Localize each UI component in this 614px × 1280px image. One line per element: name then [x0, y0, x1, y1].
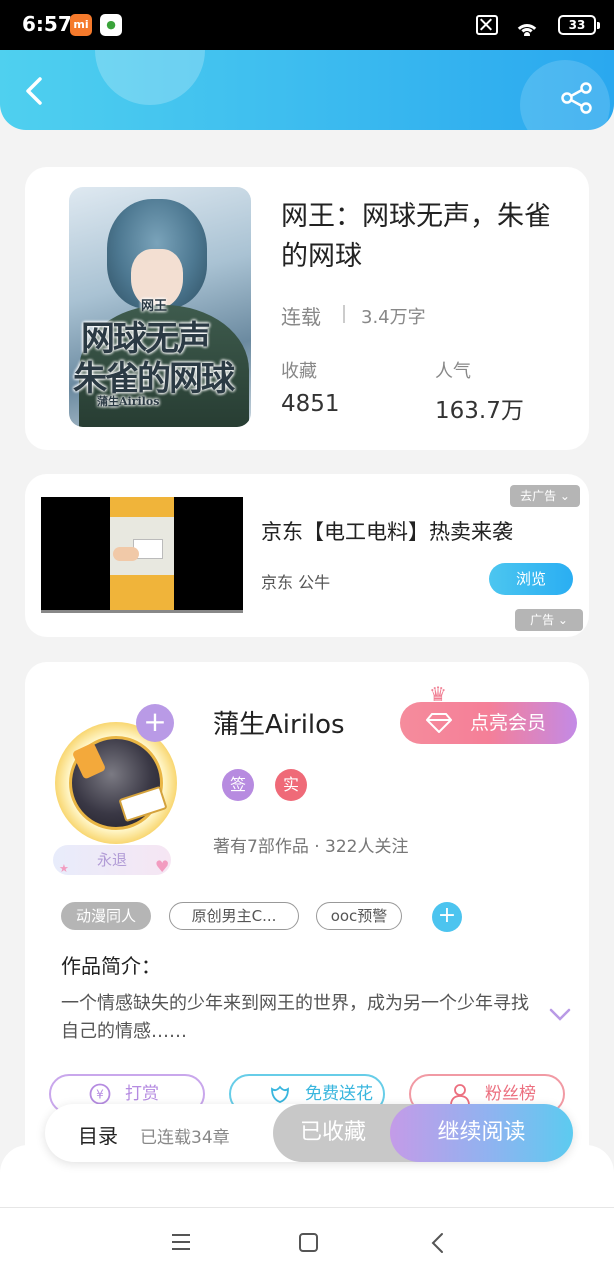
cover-author: 蒲生Airilos — [97, 395, 160, 408]
ad-title[interactable]: 京东【电工电料】热卖来袭 — [261, 516, 513, 546]
tag-anime-fanfic[interactable]: 动漫同人 — [61, 902, 151, 930]
intro-text: 一个情感缺失的少年来到网王的世界，成为另一个少年寻找自己的情感…… — [61, 993, 529, 1042]
favorites-label: 收藏 — [281, 361, 317, 382]
vip-membership-button[interactable]: 点亮会员 — [400, 702, 577, 744]
back-icon[interactable] — [428, 1232, 448, 1254]
ad-video-progress — [41, 610, 243, 613]
heart-icon: ♥ — [155, 857, 170, 876]
status-bar: 6:57 mi ● 33 — [0, 0, 614, 50]
header-bubble — [95, 50, 205, 105]
status-time: 6:57 — [22, 12, 72, 36]
fruit-app-icon: ● — [100, 14, 122, 36]
add-tag-button[interactable]: + — [432, 902, 462, 932]
chevron-down-icon[interactable] — [549, 1008, 571, 1022]
retired-badge: 永退 — [53, 845, 171, 875]
vip-label: 点亮会员 — [470, 712, 547, 734]
svg-text:¥: ¥ — [96, 1088, 104, 1102]
tag-ooc-warning[interactable]: ooc预警 — [316, 902, 402, 930]
menu-icon[interactable] — [172, 1234, 190, 1250]
system-navigation-bar — [0, 1207, 614, 1280]
author-meta: 著有7部作品 · 322人关注 — [213, 837, 409, 857]
book-info-card: 网王 网球无声 朱雀的网球 蒲生Airilos 网王：网球无声，朱雀的网球 连载… — [25, 167, 589, 450]
book-title: 网王：网球无声，朱雀的网球 — [281, 201, 551, 272]
ad-image-hand — [113, 547, 139, 561]
flower-icon — [271, 1085, 289, 1103]
star-icon: ★ — [59, 862, 69, 875]
user-icon — [450, 1084, 470, 1105]
yen-icon: ¥ — [89, 1083, 111, 1105]
battery-icon: 33 — [558, 15, 600, 35]
chapter-count[interactable]: 已连载34章 — [140, 1123, 230, 1148]
ad-image[interactable] — [41, 497, 243, 613]
mi-app-icon: mi — [70, 14, 92, 36]
share-icon[interactable] — [560, 82, 594, 114]
bottom-action-bar: 目录 已连载34章 已收藏 继续阅读 — [45, 1104, 573, 1162]
diamond-icon — [426, 713, 452, 733]
back-arrow-icon[interactable] — [20, 76, 50, 106]
verified-badge: 实 — [275, 769, 307, 801]
remove-ad-button[interactable]: 去广告 ⌄ — [510, 485, 580, 507]
book-word-count: 3.4万字 — [361, 307, 426, 328]
signed-badge: 签 — [222, 769, 254, 801]
home-icon[interactable] — [299, 1233, 318, 1252]
status-icons: 33 — [466, 14, 600, 36]
wifi-icon — [514, 14, 540, 36]
author-name[interactable]: 蒲生Airilos — [213, 704, 345, 741]
no-sim-icon — [476, 15, 498, 35]
ad-tag[interactable]: 广告 ⌄ — [515, 609, 583, 631]
book-detail-header — [0, 50, 614, 130]
popularity-value: 163.7万 — [435, 398, 524, 424]
book-status: 连载 — [281, 305, 321, 329]
follow-author-button[interactable]: + — [136, 704, 174, 742]
ad-source: 京东 公牛 — [261, 573, 331, 592]
ad-card[interactable]: 京东【电工电料】热卖来袭 京东 公牛 浏览 去广告 ⌄ 广告 ⌄ — [25, 474, 589, 637]
tag-original-male-lead[interactable]: 原创男主C... — [169, 902, 299, 930]
popularity-label: 人气 — [435, 361, 471, 382]
ad-browse-button[interactable]: 浏览 — [489, 563, 573, 595]
book-cover[interactable]: 网王 网球无声 朱雀的网球 蒲生Airilos — [69, 187, 251, 427]
divider — [343, 305, 345, 323]
favorites-value: 4851 — [281, 391, 340, 417]
table-of-contents-button[interactable]: 目录 — [78, 1120, 118, 1149]
continue-reading-button[interactable]: 继续阅读 — [390, 1104, 573, 1162]
intro-heading: 作品简介： — [61, 954, 161, 978]
